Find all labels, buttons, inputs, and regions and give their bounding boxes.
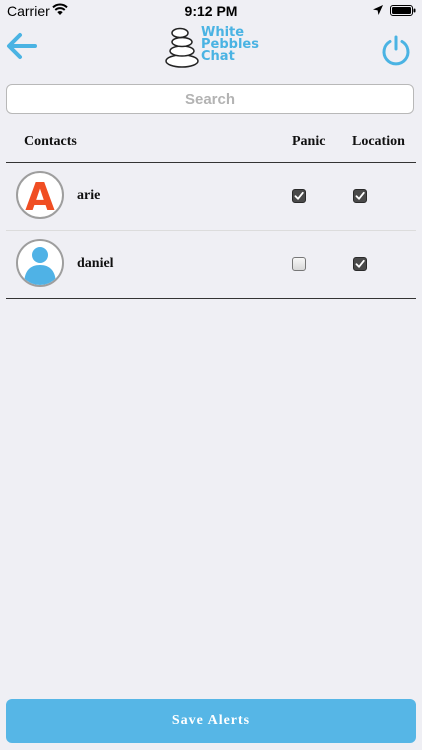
panic-checkbox[interactable] [292, 189, 306, 203]
pebbles-icon [165, 27, 199, 68]
clock: 9:12 PM [184, 3, 238, 19]
location-checkbox[interactable] [353, 257, 367, 271]
avatar-letter: A [25, 175, 55, 217]
column-header-panic: Panic [292, 134, 326, 149]
avatar [16, 239, 64, 287]
back-arrow-icon[interactable] [5, 32, 37, 60]
app-logo: White Pebbles Chat [164, 26, 264, 68]
contact-name: daniel [77, 256, 114, 271]
location-checkbox[interactable] [353, 189, 367, 203]
table-divider [6, 298, 416, 299]
panic-checkbox[interactable] [292, 257, 306, 271]
avatar: A [16, 171, 64, 219]
battery-icon [390, 5, 416, 16]
location-arrow-icon [373, 5, 383, 15]
checkmark-icon [355, 259, 365, 268]
checkmark-icon [355, 191, 365, 200]
checkmark-icon [294, 191, 304, 200]
brand-line: Chat [201, 49, 235, 64]
save-alerts-button[interactable]: Save Alerts [6, 699, 416, 743]
status-bar: Carrier 9:12 PM [0, 0, 422, 20]
column-header-location: Location [352, 134, 405, 149]
brand-name: White Pebbles Chat [201, 26, 259, 64]
column-header-contacts: Contacts [24, 134, 77, 149]
search-input[interactable] [6, 84, 414, 114]
letter-avatar-icon: A [25, 175, 55, 217]
power-icon[interactable] [380, 34, 412, 66]
contact-row[interactable]: A arie [6, 163, 416, 231]
contact-row[interactable]: daniel [6, 231, 416, 298]
user-silhouette-icon [18, 241, 62, 285]
contact-name: arie [77, 188, 101, 203]
